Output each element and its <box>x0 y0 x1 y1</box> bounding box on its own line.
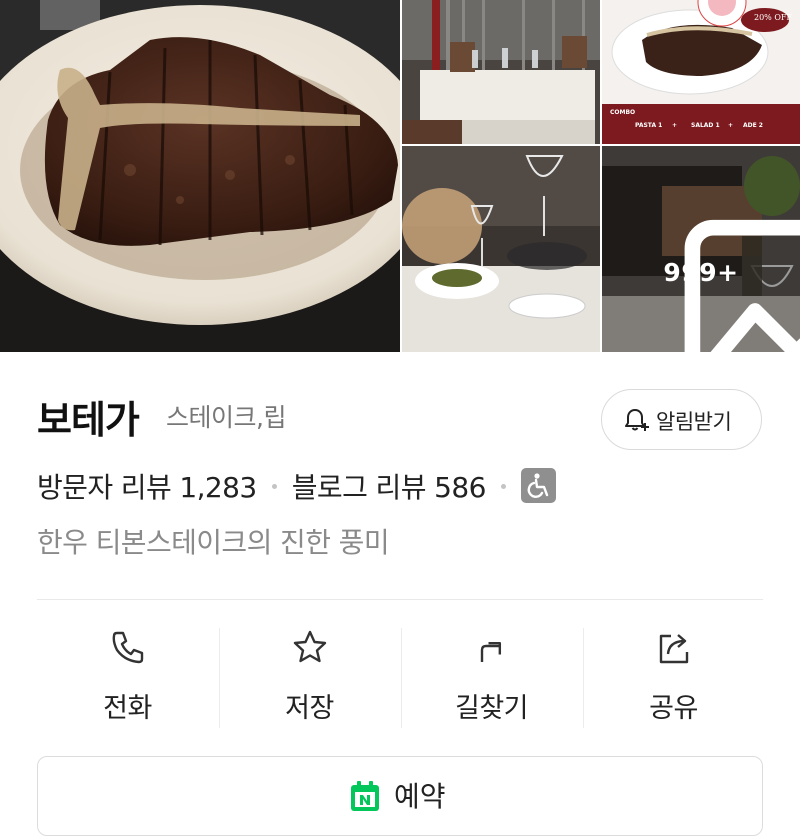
photo-more-tile[interactable]: 999+ <box>602 146 800 352</box>
notify-button-label: 알림받기 <box>656 410 732 434</box>
photo-main-steak[interactable] <box>0 0 400 352</box>
save-button-label: 저장 <box>285 693 334 724</box>
phone-icon <box>112 631 144 664</box>
separator-dot <box>271 483 277 489</box>
directions-button[interactable]: 길찾기 <box>401 626 582 728</box>
review-stats: 방문자 리뷰 1,283 블로그 리뷰 586 <box>37 466 556 506</box>
bell-plus-icon <box>625 409 649 431</box>
place-name: 보테가 <box>37 398 140 442</box>
reserve-button[interactable]: 예약 <box>37 756 763 836</box>
blog-review-link[interactable]: 블로그 리뷰 586 <box>292 466 487 506</box>
action-bar: 전화 저장 길찾기 공유 <box>37 626 763 728</box>
photo-dining-room[interactable] <box>402 0 600 144</box>
separator-dot <box>500 483 506 489</box>
star-icon <box>293 630 327 663</box>
combo-plus: + <box>728 122 734 129</box>
share-button-label: 공유 <box>649 693 698 724</box>
photo-gallery: 20% OFF COMBO PASTA 1 + SALAD 1 + ADE 2 <box>0 0 800 352</box>
wheelchair-icon <box>520 467 556 503</box>
photo-table-setting[interactable] <box>402 146 600 352</box>
divider <box>37 599 763 600</box>
call-button-label: 전화 <box>103 693 152 724</box>
place-category: 스테이크,립 <box>166 403 286 432</box>
combo-item-pasta: PASTA 1 <box>635 122 663 129</box>
reserve-button-label: 예약 <box>394 780 446 813</box>
directions-button-label: 길찾기 <box>454 693 529 724</box>
call-button[interactable]: 전화 <box>37 626 218 728</box>
share-button[interactable]: 공유 <box>583 626 764 728</box>
place-description: 한우 티본스테이크의 진한 풍미 <box>37 526 390 559</box>
combo-item-salad: SALAD 1 <box>691 122 720 129</box>
share-icon <box>659 634 689 664</box>
calendar-icon <box>351 781 379 811</box>
visitor-review-link[interactable]: 방문자 리뷰 1,283 <box>37 466 257 506</box>
notify-button[interactable]: 알림받기 <box>601 389 762 450</box>
combo-title: COMBO <box>610 109 636 116</box>
discount-badge: 20% OFF <box>754 13 792 22</box>
photo-combo-promo[interactable]: 20% OFF COMBO PASTA 1 + SALAD 1 + ADE 2 <box>602 0 800 144</box>
combo-item-ade: ADE 2 <box>743 122 763 129</box>
directions-icon <box>480 641 502 662</box>
combo-plus: + <box>672 122 678 129</box>
save-button[interactable]: 저장 <box>219 626 400 728</box>
more-photos-count: 999+ <box>663 258 739 287</box>
